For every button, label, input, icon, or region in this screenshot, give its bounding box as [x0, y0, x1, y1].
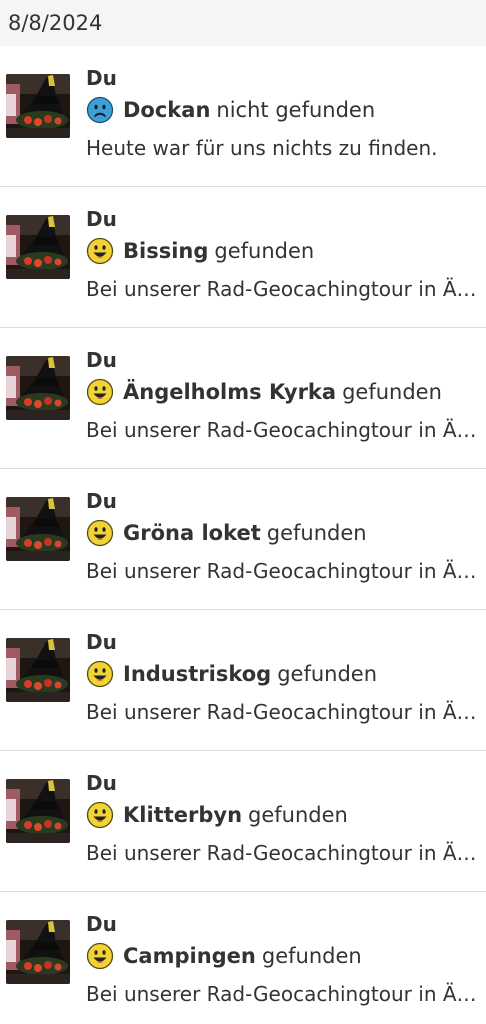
cache-name[interactable]: Ängelholms Kyrka	[123, 380, 336, 404]
log-status: gefunden	[277, 662, 378, 686]
log-text: Heute war für uns nichts zu finden.	[86, 136, 438, 160]
log-status-line: Ängelholms Kyrka gefunden	[86, 378, 442, 406]
log-entry[interactable]: Du Klitterbyn gefunden Bei unserer Rad-G…	[0, 751, 486, 892]
log-entry[interactable]: Du Industriskog gefunden Bei unserer Rad…	[0, 610, 486, 751]
log-text: Bei unserer Rad-Geocachingtour in Ängelh…	[86, 559, 484, 583]
log-author: Du	[86, 348, 117, 372]
date-header: 8/8/2024	[0, 0, 486, 46]
log-status: gefunden	[342, 380, 442, 404]
log-author: Du	[86, 912, 117, 936]
avatar[interactable]	[6, 779, 70, 843]
avatar[interactable]	[6, 638, 70, 702]
log-text: Bei unserer Rad-Geocachingtour in Ängelh…	[86, 982, 484, 1006]
log-text: Bei unserer Rad-Geocachingtour in Ängelh…	[86, 700, 484, 724]
sad-face-icon	[86, 96, 114, 124]
log-author: Du	[86, 771, 117, 795]
log-entry[interactable]: Du Dockan nicht gefunden Heute war für u…	[0, 46, 486, 187]
avatar[interactable]	[6, 74, 70, 138]
log-author: Du	[86, 630, 117, 654]
log-text: Bei unserer Rad-Geocachingtour in Ängelh…	[86, 841, 484, 865]
cache-name[interactable]: Gröna loket	[123, 521, 261, 545]
log-status: gefunden	[266, 521, 367, 545]
cache-name[interactable]: Campingen	[123, 944, 256, 968]
log-entry[interactable]: Du Bissing gefunden Bei unserer Rad-Geoc…	[0, 187, 486, 328]
avatar[interactable]	[6, 497, 70, 561]
log-text: Bei unserer Rad-Geocachingtour in Ängelh…	[86, 418, 484, 442]
log-status: gefunden	[214, 239, 315, 263]
log-entry[interactable]: Du Gröna loket gefunden Bei unserer Rad-…	[0, 469, 486, 610]
log-text: Bei unserer Rad-Geocachingtour in Ängelh…	[86, 277, 484, 301]
log-status: gefunden	[261, 944, 362, 968]
log-author: Du	[86, 66, 117, 90]
log-status-line: Campingen gefunden	[86, 942, 362, 970]
avatar[interactable]	[6, 920, 70, 984]
log-status-line: Industriskog gefunden	[86, 660, 377, 688]
smiley-icon	[86, 378, 114, 406]
cache-name[interactable]: Bissing	[123, 239, 208, 263]
log-list: Du Dockan nicht gefunden Heute war für u…	[0, 46, 486, 1024]
smiley-icon	[86, 237, 114, 265]
smiley-icon	[86, 519, 114, 547]
log-entry[interactable]: Du Campingen gefunden Bei unserer Rad-Ge…	[0, 892, 486, 1024]
cache-name[interactable]: Industriskog	[123, 662, 271, 686]
log-status-line: Gröna loket gefunden	[86, 519, 367, 547]
smiley-icon	[86, 801, 114, 829]
log-author: Du	[86, 489, 117, 513]
log-status: gefunden	[248, 803, 348, 827]
log-entry[interactable]: Du Ängelholms Kyrka gefunden Bei unserer…	[0, 328, 486, 469]
cache-name[interactable]: Klitterbyn	[123, 803, 242, 827]
log-status: nicht gefunden	[216, 98, 376, 122]
log-status-line: Bissing gefunden	[86, 237, 314, 265]
smiley-icon	[86, 660, 114, 688]
log-author: Du	[86, 207, 117, 231]
cache-name[interactable]: Dockan	[123, 98, 210, 122]
avatar[interactable]	[6, 215, 70, 279]
log-status-line: Klitterbyn gefunden	[86, 801, 348, 829]
smiley-icon	[86, 942, 114, 970]
log-status-line: Dockan nicht gefunden	[86, 96, 375, 124]
avatar[interactable]	[6, 356, 70, 420]
